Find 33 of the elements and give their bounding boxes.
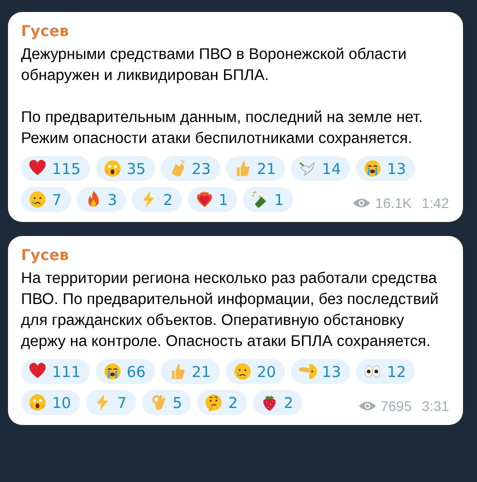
eye-icon bbox=[358, 400, 377, 412]
author-name: Гусев bbox=[21, 22, 69, 40]
reaction-button[interactable]: 66 bbox=[96, 359, 155, 384]
reaction-button[interactable]: 7 bbox=[21, 187, 71, 212]
view-count: 7695 bbox=[380, 398, 412, 414]
reaction-button[interactable]: 13 bbox=[356, 156, 416, 181]
reaction-button[interactable]: 12 bbox=[356, 359, 416, 384]
reaction-button[interactable]: 21 bbox=[160, 359, 220, 384]
message-time: 1:42 bbox=[422, 195, 449, 211]
reaction-button[interactable]: 2 bbox=[197, 390, 247, 415]
reaction-button[interactable]: 115 bbox=[21, 156, 90, 181]
reaction-button[interactable]: 21 bbox=[226, 156, 285, 181]
message-time: 3:31 bbox=[422, 398, 449, 414]
reaction-button[interactable]: 2 bbox=[252, 390, 302, 415]
reaction-button[interactable]: 23 bbox=[160, 156, 220, 181]
view-count: 16.1K bbox=[375, 195, 412, 211]
reaction-button[interactable]: 7 bbox=[86, 390, 136, 415]
reaction-button[interactable]: 3 bbox=[76, 187, 126, 212]
reaction-button[interactable]: 13 bbox=[290, 359, 350, 384]
reaction-button[interactable]: 20 bbox=[226, 359, 285, 384]
message-text: Дежурными средствами ПВО в Воронежской области обнаружен и ликвидирован БПЛА. bbox=[21, 45, 408, 86]
eye-icon bbox=[352, 197, 372, 209]
message-text: На территории региона несколько раз работали средства ПВО. По предварительной информации, без последствий для гражданских объектов. Оперативную обстановку держу на контроле. Опасность атаки БПЛА сохраняется. bbox=[21, 269, 440, 352]
reaction-button[interactable]: 35 bbox=[96, 156, 155, 181]
reaction-button[interactable]: 14 bbox=[290, 156, 350, 181]
author-name: Гусев bbox=[21, 246, 69, 264]
reaction-button[interactable]: 5 bbox=[142, 390, 192, 415]
reaction-button[interactable]: 1 bbox=[243, 187, 293, 212]
reaction-button[interactable]: 1 bbox=[188, 187, 238, 212]
reaction-button[interactable]: 10 bbox=[21, 390, 80, 415]
message-text: По предварительным данным, последний на земле нет. Режим опасности атаки беспилотниками сохраняется. bbox=[21, 108, 424, 149]
reaction-button[interactable]: 2 bbox=[132, 187, 182, 212]
reaction-button[interactable]: 111 bbox=[21, 359, 90, 384]
